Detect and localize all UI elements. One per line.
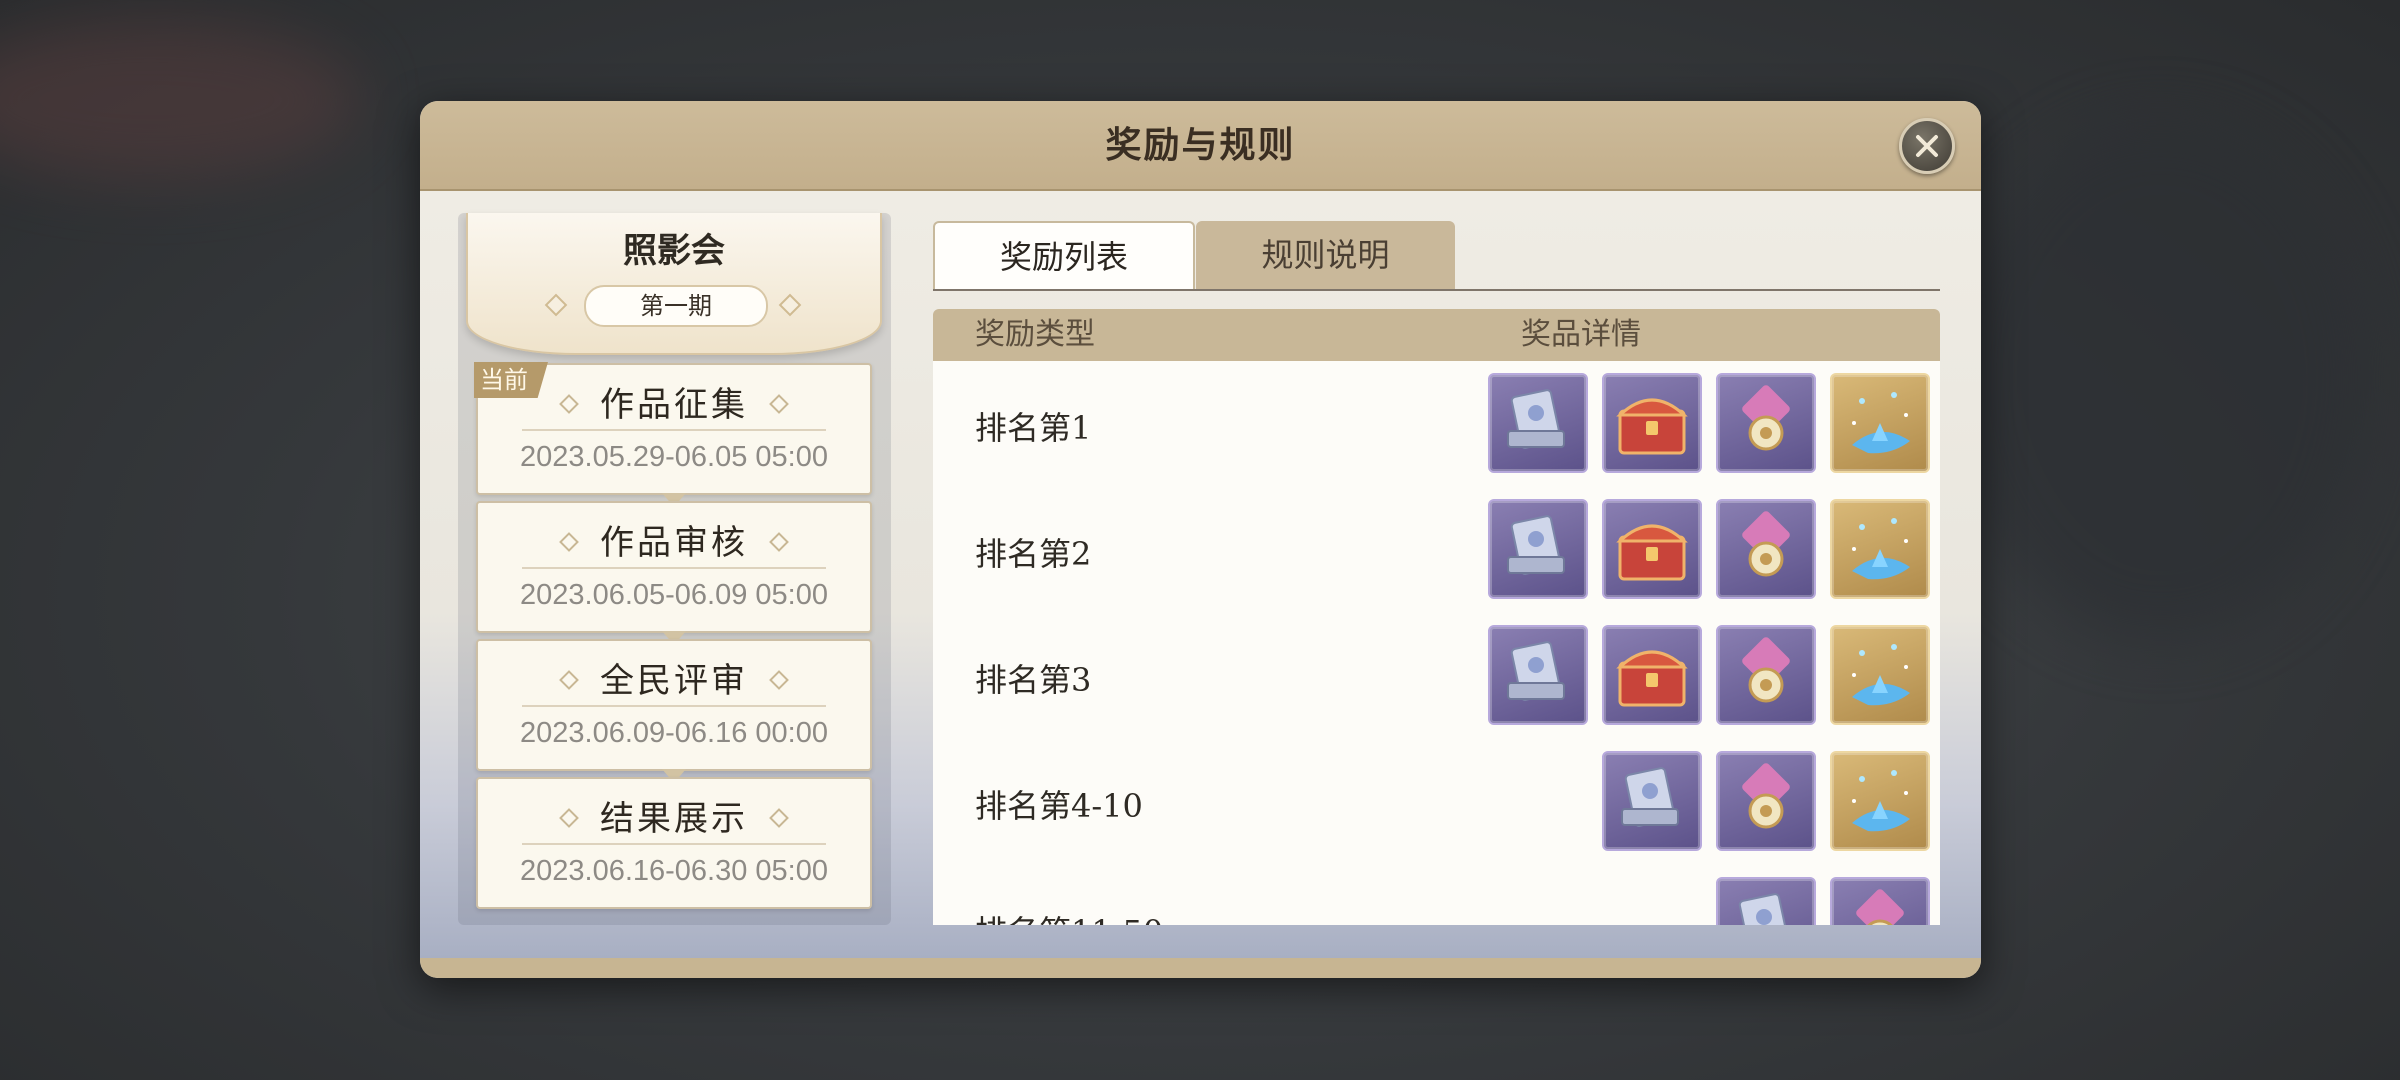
spirit-flower-icon[interactable] [1830, 373, 1930, 473]
ornament-icon[interactable] [1716, 625, 1816, 725]
dialog-title: 奖励与规则 [1105, 124, 1296, 166]
spirit-flower-icon[interactable] [1830, 751, 1930, 851]
dialog-body: 照影会 第一期 作品征集 2023.05.29-06.05 05:00 当前 作… [420, 191, 1981, 958]
divider [522, 429, 826, 431]
reward-items [1602, 751, 1930, 851]
stage-date: 2023.06.16-06.30 05:00 [520, 855, 828, 887]
spirit-flower-icon[interactable] [1830, 625, 1930, 725]
treasure-chest-icon[interactable] [1602, 625, 1702, 725]
ticket-icon[interactable] [1602, 751, 1702, 851]
table-row: 排名第4-10 [933, 739, 1940, 865]
rank-label: 排名第3 [975, 661, 1092, 699]
rank-label: 排名第2 [975, 535, 1092, 573]
tab-underline [933, 289, 1940, 291]
close-button[interactable] [1899, 118, 1955, 174]
reward-table-header: 奖励类型 奖品详情 [933, 309, 1940, 361]
dialog-header: 奖励与规则 [420, 101, 1981, 191]
ticket-icon[interactable] [1716, 877, 1816, 925]
stage-card-review[interactable]: 作品审核 2023.06.05-06.09 05:00 [476, 501, 872, 645]
stage-name: 全民评审 [600, 661, 748, 701]
ornament-icon [778, 293, 802, 317]
ticket-icon[interactable] [1488, 373, 1588, 473]
event-header: 照影会 第一期 [466, 213, 882, 355]
divider [522, 705, 826, 707]
spirit-flower-icon[interactable] [1830, 499, 1930, 599]
stage-date: 2023.06.09-06.16 00:00 [520, 717, 828, 749]
stage-name: 作品审核 [600, 523, 748, 563]
table-row: 排名第11-50 [933, 865, 1940, 925]
stage-date: 2023.06.05-06.09 05:00 [520, 579, 828, 611]
reward-items [1488, 373, 1930, 473]
tab-rules[interactable]: 规则说明 [1196, 221, 1455, 289]
table-row: 排名第1 [933, 361, 1940, 487]
rewards-rules-dialog: 奖励与规则 照影会 第一期 作品征集 2023.05.29-06.05 05:0… [420, 101, 1981, 978]
rank-label: 排名第11-50 [975, 907, 1163, 925]
treasure-chest-icon[interactable] [1602, 373, 1702, 473]
ornament-icon[interactable] [1830, 877, 1930, 925]
ticket-icon[interactable] [1488, 625, 1588, 725]
treasure-chest-icon[interactable] [1602, 499, 1702, 599]
stage-card-results[interactable]: 结果展示 2023.06.16-06.30 05:00 [476, 777, 872, 909]
current-badge: 当前 [474, 362, 548, 398]
stage-card-public-vote[interactable]: 全民评审 2023.06.09-06.16 00:00 [476, 639, 872, 783]
ornament-icon[interactable] [1716, 751, 1816, 851]
column-header-type: 奖励类型 [975, 317, 1095, 352]
stage-name: 结果展示 [600, 799, 748, 839]
rank-label: 排名第1 [975, 409, 1092, 447]
close-icon [1916, 135, 1938, 157]
stage-date: 2023.05.29-06.05 05:00 [520, 441, 828, 473]
background-blur [0, 20, 360, 180]
divider [522, 843, 826, 845]
dialog-footer [420, 958, 1981, 978]
divider [522, 567, 826, 569]
table-row: 排名第3 [933, 613, 1940, 739]
reward-table[interactable]: 排名第1 排名第2 排名第3 排名第4-10 排名第11-50 [933, 361, 1940, 925]
column-header-details: 奖品详情 [1521, 317, 1641, 352]
table-row: 排名第2 [933, 487, 1940, 613]
tab-reward-list[interactable]: 奖励列表 [933, 221, 1195, 291]
event-title: 照影会 [623, 231, 725, 271]
ornament-icon [544, 293, 568, 317]
ornament-icon[interactable] [1716, 499, 1816, 599]
background-blur [1950, 120, 2370, 640]
ticket-icon[interactable] [1488, 499, 1588, 599]
stage-panel: 照影会 第一期 作品征集 2023.05.29-06.05 05:00 当前 作… [458, 213, 891, 925]
stage-card-submission[interactable]: 作品征集 2023.05.29-06.05 05:00 当前 [474, 362, 872, 507]
period-label: 第一期 [584, 285, 768, 327]
reward-items [1488, 499, 1930, 599]
reward-items [1488, 625, 1930, 725]
ornament-icon[interactable] [1716, 373, 1816, 473]
reward-items [1716, 877, 1930, 925]
rank-label: 排名第4-10 [975, 787, 1143, 825]
